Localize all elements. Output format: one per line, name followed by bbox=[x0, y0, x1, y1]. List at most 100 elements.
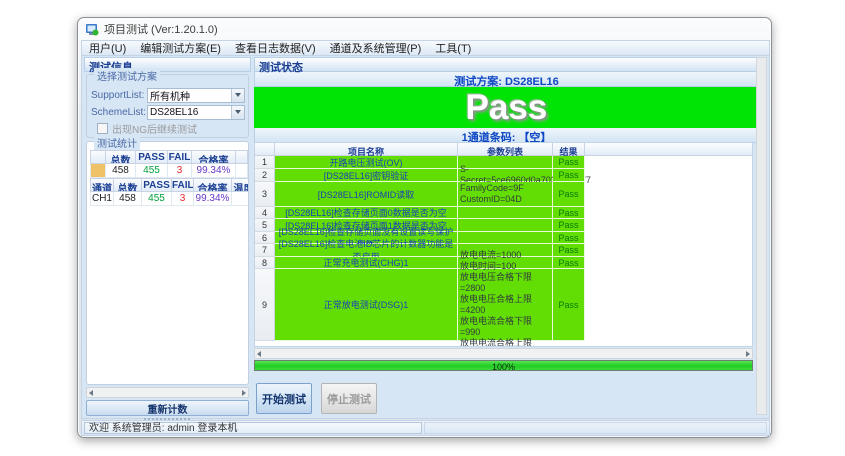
main-content: 测试信息 选择测试方案 SupportList: 所有机种 SchemeList… bbox=[81, 56, 770, 419]
summary-col-pass: PASS bbox=[136, 150, 168, 164]
summary-col-total: 总数 bbox=[106, 150, 136, 164]
channel-name: CH1 bbox=[90, 192, 114, 206]
row-number: 9 bbox=[255, 269, 275, 341]
item-name: 正常放电测试(DSG)1 bbox=[275, 269, 458, 341]
test-buttons: 开始测试 停止测试 bbox=[256, 383, 377, 414]
reset-count-button[interactable]: 重新计数 bbox=[86, 400, 249, 416]
channel-col-fail: FAIL bbox=[172, 178, 194, 192]
result-value: Pass bbox=[553, 269, 585, 341]
channel-temp bbox=[232, 192, 248, 206]
result-value: Pass bbox=[553, 182, 585, 207]
param-list bbox=[458, 219, 553, 232]
window-title: 项目测试 (Ver:1.20.1.0) bbox=[104, 21, 218, 37]
scheme-group-title: 选择测试方案 bbox=[94, 68, 160, 83]
channel-stats-table: 通道 总数 PASS FAIL 合格率 温度 上次 CH1 458 455 3 … bbox=[90, 178, 248, 206]
scroll-left-icon[interactable] bbox=[89, 390, 93, 396]
title-bar[interactable]: 项目测试 (Ver:1.20.1.0) bbox=[78, 18, 771, 40]
row-number: 3 bbox=[255, 182, 275, 207]
item-name: 正常充电测试(CHG)1 bbox=[275, 257, 458, 269]
scroll-left-icon[interactable] bbox=[257, 351, 261, 357]
channel-fail: 3 bbox=[172, 192, 194, 206]
ng-continue-checkbox[interactable]: 出现NG后继续测试 bbox=[97, 121, 197, 136]
summary-col-blank bbox=[90, 150, 106, 164]
support-list-label: SupportList: bbox=[91, 90, 147, 101]
selected-row-indicator[interactable] bbox=[90, 164, 106, 178]
row-number: 4 bbox=[255, 207, 275, 219]
header-param-list: 参数列表 bbox=[458, 143, 553, 155]
test-stats-group: 测试统计 总数 PASS FAIL 合格率 458 455 3 99.34% bbox=[86, 141, 249, 385]
status-bar: 欢迎 系统管理员: admin 登录本机 bbox=[81, 420, 770, 436]
menu-item-tools[interactable]: 工具(T) bbox=[428, 40, 478, 56]
summary-stats-table: 总数 PASS FAIL 合格率 458 455 3 99.34% bbox=[90, 150, 248, 178]
item-name: [DS28EL16]ROMID读取 bbox=[275, 182, 458, 207]
start-test-button[interactable]: 开始测试 bbox=[256, 383, 312, 414]
result-value: Pass bbox=[553, 207, 585, 219]
header-row-number bbox=[255, 143, 275, 155]
row-number: 8 bbox=[255, 257, 275, 269]
app-icon bbox=[86, 23, 99, 36]
channel-total: 458 bbox=[114, 192, 142, 206]
checkbox-icon[interactable] bbox=[97, 123, 108, 134]
results-table: 项目名称 参数列表 结果 1 开路电压测试(OV) Pass 2 [DS28EL… bbox=[254, 142, 753, 347]
row-number: 6 bbox=[255, 232, 275, 244]
menu-item-view-logs[interactable]: 查看日志数据(V) bbox=[228, 40, 323, 56]
stats-group-title: 测试统计 bbox=[94, 135, 140, 150]
header-item-name: 项目名称 bbox=[275, 143, 458, 155]
chevron-down-icon[interactable] bbox=[231, 89, 244, 102]
result-banner: Pass bbox=[254, 87, 759, 128]
summary-col-rate: 合格率 bbox=[192, 150, 236, 164]
results-horizontal-scrollbar[interactable] bbox=[254, 348, 753, 359]
progress-bar: 100% bbox=[254, 360, 753, 371]
menu-bar: 用户(U) 编辑测试方案(E) 查看日志数据(V) 通道及系统管理(P) 工具(… bbox=[81, 40, 770, 56]
channel-col-total: 总数 bbox=[114, 178, 142, 192]
item-name: 开路电压测试(OV) bbox=[275, 156, 458, 169]
vertical-scrollbar-track[interactable] bbox=[756, 57, 767, 415]
stop-test-button: 停止测试 bbox=[321, 383, 377, 414]
row-number: 7 bbox=[255, 244, 275, 257]
result-value: Pass bbox=[553, 169, 585, 182]
channel-pass: 455 bbox=[142, 192, 172, 206]
menu-item-user[interactable]: 用户(U) bbox=[82, 40, 133, 56]
scroll-right-icon[interactable] bbox=[746, 351, 750, 357]
table-row[interactable]: 3 [DS28EL16]ROMID读取 FamilyCode=9F Custom… bbox=[255, 182, 752, 207]
left-horizontal-scrollbar[interactable] bbox=[86, 387, 249, 398]
result-value: Pass bbox=[553, 244, 585, 257]
summary-total: 458 bbox=[106, 164, 136, 178]
scheme-list-label: SchemeList: bbox=[91, 107, 147, 118]
result-value: Pass bbox=[553, 232, 585, 244]
item-name: [DS28EL16]密钥验证 bbox=[275, 169, 458, 182]
item-name: [DS28EL16]检查存储页面0数据是否为空 bbox=[275, 207, 458, 219]
channel-col-rate: 合格率 bbox=[194, 178, 232, 192]
channel-rate: 99.34% bbox=[194, 192, 232, 206]
menu-item-edit-scheme[interactable]: 编辑测试方案(E) bbox=[133, 40, 228, 56]
row-number: 1 bbox=[255, 156, 275, 169]
param-list: 放电电流=1000 放电时间=100 放电电压合格下限=2800 放电电压合格上… bbox=[458, 269, 553, 341]
test-status-header: 测试状态 bbox=[254, 57, 759, 72]
chevron-down-icon[interactable] bbox=[231, 106, 244, 119]
table-row[interactable]: 4 [DS28EL16]检查存储页面0数据是否为空 Pass bbox=[255, 207, 752, 219]
row-number: 5 bbox=[255, 219, 275, 232]
table-row[interactable]: 9 正常放电测试(DSG)1 放电电流=1000 放电时间=100 放电电压合格… bbox=[255, 269, 752, 341]
ng-continue-label: 出现NG后继续测试 bbox=[112, 121, 197, 136]
menu-item-channel-system[interactable]: 通道及系统管理(P) bbox=[323, 40, 429, 56]
barcode-line: 1通道条码: 【空】 bbox=[254, 128, 759, 143]
results-table-header: 项目名称 参数列表 结果 bbox=[255, 143, 752, 156]
header-result: 结果 bbox=[553, 143, 585, 155]
table-row[interactable]: 2 [DS28EL16]密钥验证 S-Secret=5ce6960d0a7030… bbox=[255, 169, 752, 182]
param-list: S-Secret=5ce6960d0a70301bb977 bbox=[458, 169, 553, 182]
scheme-list-select[interactable]: DS28EL16 bbox=[147, 105, 245, 120]
scheme-line: 测试方案: DS28EL16 bbox=[254, 72, 759, 87]
scroll-right-icon[interactable] bbox=[242, 390, 246, 396]
param-list: FamilyCode=9F CustomID=04D bbox=[458, 182, 553, 207]
channel-col-temp: 温度 bbox=[232, 178, 248, 192]
summary-rate: 99.34% bbox=[192, 164, 236, 178]
support-list-select[interactable]: 所有机种 bbox=[147, 88, 245, 103]
param-list bbox=[458, 207, 553, 219]
progress-label: 100% bbox=[255, 361, 752, 370]
result-value: Pass bbox=[553, 257, 585, 269]
channel-col-pass: PASS bbox=[142, 178, 172, 192]
status-bar-spacer bbox=[424, 422, 767, 434]
test-status-panel: 测试状态 测试方案: DS28EL16 Pass 1通道条码: 【空】 项目名称… bbox=[254, 57, 759, 417]
status-text: 欢迎 系统管理员: admin 登录本机 bbox=[84, 422, 422, 434]
scheme-list-value: DS28EL16 bbox=[148, 107, 231, 118]
